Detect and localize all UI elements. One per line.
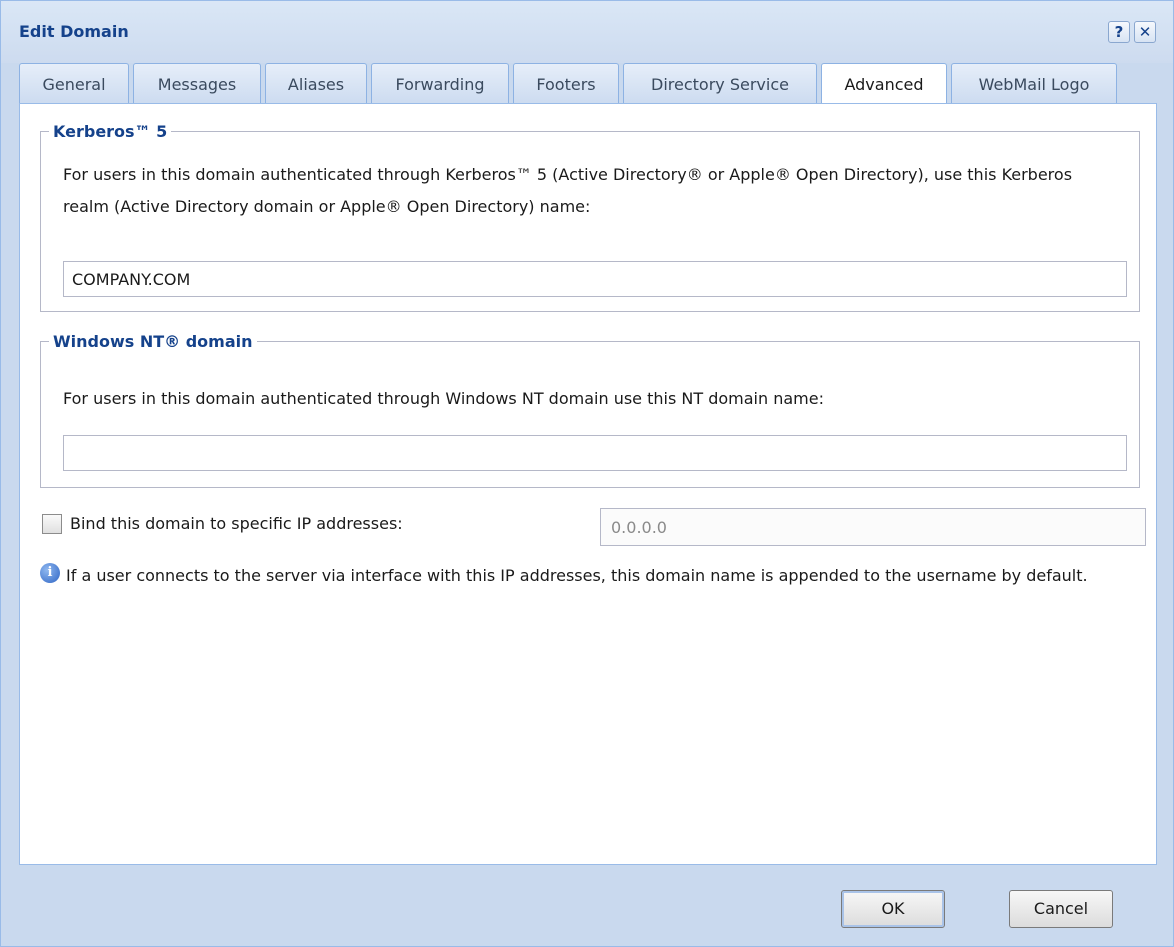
tab-forwarding[interactable]: Forwarding: [371, 63, 509, 104]
tab-messages[interactable]: Messages: [133, 63, 261, 104]
dialog-title: Edit Domain: [19, 22, 129, 41]
edit-domain-dialog: Edit Domain ? ✕ General Messages Aliases…: [0, 0, 1174, 947]
ip-addresses-input[interactable]: [600, 508, 1146, 546]
tab-advanced[interactable]: Advanced: [821, 63, 947, 105]
kerberos-description: For users in this domain authenticated t…: [63, 165, 1073, 216]
kerberos-legend: Kerberos™ 5: [53, 122, 168, 141]
info-text: If a user connects to the server via int…: [66, 566, 1088, 585]
advanced-panel: Kerberos™ 5 For users in this domain aut…: [19, 103, 1157, 865]
tab-aliases[interactable]: Aliases: [265, 63, 367, 104]
info-icon: i: [40, 563, 60, 583]
tab-directory-service[interactable]: Directory Service: [623, 63, 817, 104]
bind-ip-row: Bind this domain to specific IP addresse…: [40, 508, 1150, 548]
kerberos-realm-input[interactable]: [63, 261, 1127, 297]
tab-strip: General Messages Aliases Forwarding Foot…: [19, 63, 1159, 105]
nt-domain-input[interactable]: [63, 435, 1127, 471]
ok-button[interactable]: OK: [841, 890, 945, 928]
nt-domain-fieldset: Windows NT® domain For users in this dom…: [40, 332, 1140, 488]
cancel-button[interactable]: Cancel: [1009, 890, 1113, 928]
bind-ip-checkbox[interactable]: [42, 514, 62, 534]
close-icon[interactable]: ✕: [1134, 21, 1156, 43]
kerberos-fieldset: Kerberos™ 5 For users in this domain aut…: [40, 122, 1140, 312]
nt-domain-legend: Windows NT® domain: [53, 332, 253, 351]
bind-ip-label: Bind this domain to specific IP addresse…: [70, 514, 403, 533]
tab-footers[interactable]: Footers: [513, 63, 619, 104]
tab-general[interactable]: General: [19, 63, 129, 104]
title-bar: Edit Domain ? ✕: [1, 1, 1173, 63]
help-icon[interactable]: ?: [1108, 21, 1130, 43]
tab-webmail-logo[interactable]: WebMail Logo: [951, 63, 1117, 104]
nt-domain-description: For users in this domain authenticated t…: [63, 389, 824, 408]
